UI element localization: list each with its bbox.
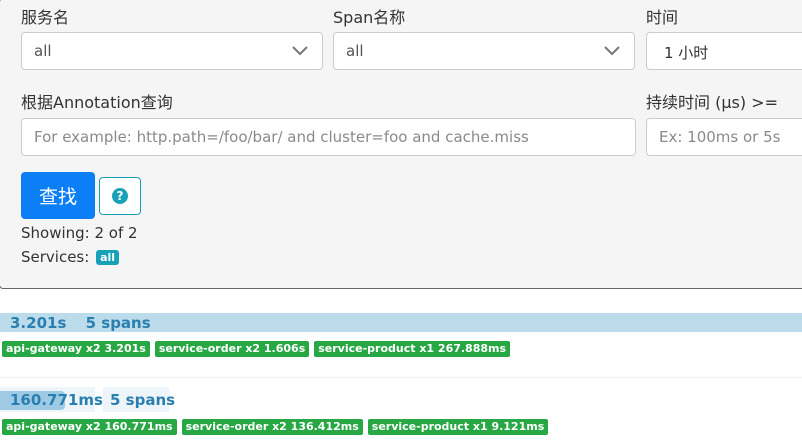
service-name-label: 服务名 (21, 8, 70, 27)
help-button[interactable]: ? (99, 177, 141, 215)
service-tag: service-product x1 267.888ms (314, 341, 511, 357)
services-label: Services: (21, 248, 90, 266)
service-tag: api-gateway x2 3.201s (2, 341, 150, 357)
trace-service-tags: api-gateway x2 3.201s service-order x2 1… (2, 341, 511, 357)
trace-span-count: 5 spans (85, 314, 151, 332)
service-tag: service-order x2 136.412ms (181, 419, 363, 435)
chevron-down-icon (292, 46, 308, 56)
chevron-down-icon (604, 46, 620, 56)
service-tag: service-order x2 1.606s (154, 341, 310, 357)
trace-duration-cell: 160.771ms (0, 387, 103, 412)
trace-duration: 3.201s (10, 314, 67, 332)
span-name-label: Span名称 (333, 8, 406, 27)
annotation-query-input[interactable] (21, 118, 636, 156)
services-row: Services: all (21, 248, 120, 266)
time-value: 1 小时 (664, 44, 709, 62)
services-badge: all (96, 250, 120, 265)
search-button[interactable]: 查找 (21, 172, 95, 219)
service-tag: service-product x1 9.121ms (367, 419, 549, 435)
question-circle-icon: ? (112, 188, 128, 204)
service-name-value: all (34, 42, 52, 60)
service-tag: api-gateway x2 160.771ms (2, 419, 177, 435)
duration-label: 持续时间 (μs) >= (646, 93, 778, 112)
trace-divider (0, 377, 802, 378)
annotation-query-label: 根据Annotation查询 (21, 93, 173, 112)
trace-header[interactable]: 3.201s 5 spans (10, 314, 151, 332)
trace-duration: 160.771ms (10, 391, 103, 409)
trace-span-count: 5 spans (110, 391, 176, 409)
showing-count: Showing: 2 of 2 (21, 224, 138, 242)
span-name-select[interactable]: all (333, 32, 635, 70)
trace-service-tags: api-gateway x2 160.771ms service-order x… (2, 419, 549, 435)
min-duration-input[interactable] (646, 118, 802, 156)
trace-span-cell: 5 spans (103, 387, 175, 412)
time-label: 时间 (646, 8, 679, 27)
time-select[interactable]: 1 小时 (646, 32, 802, 70)
span-name-value: all (346, 42, 364, 60)
service-name-select[interactable]: all (21, 32, 323, 70)
